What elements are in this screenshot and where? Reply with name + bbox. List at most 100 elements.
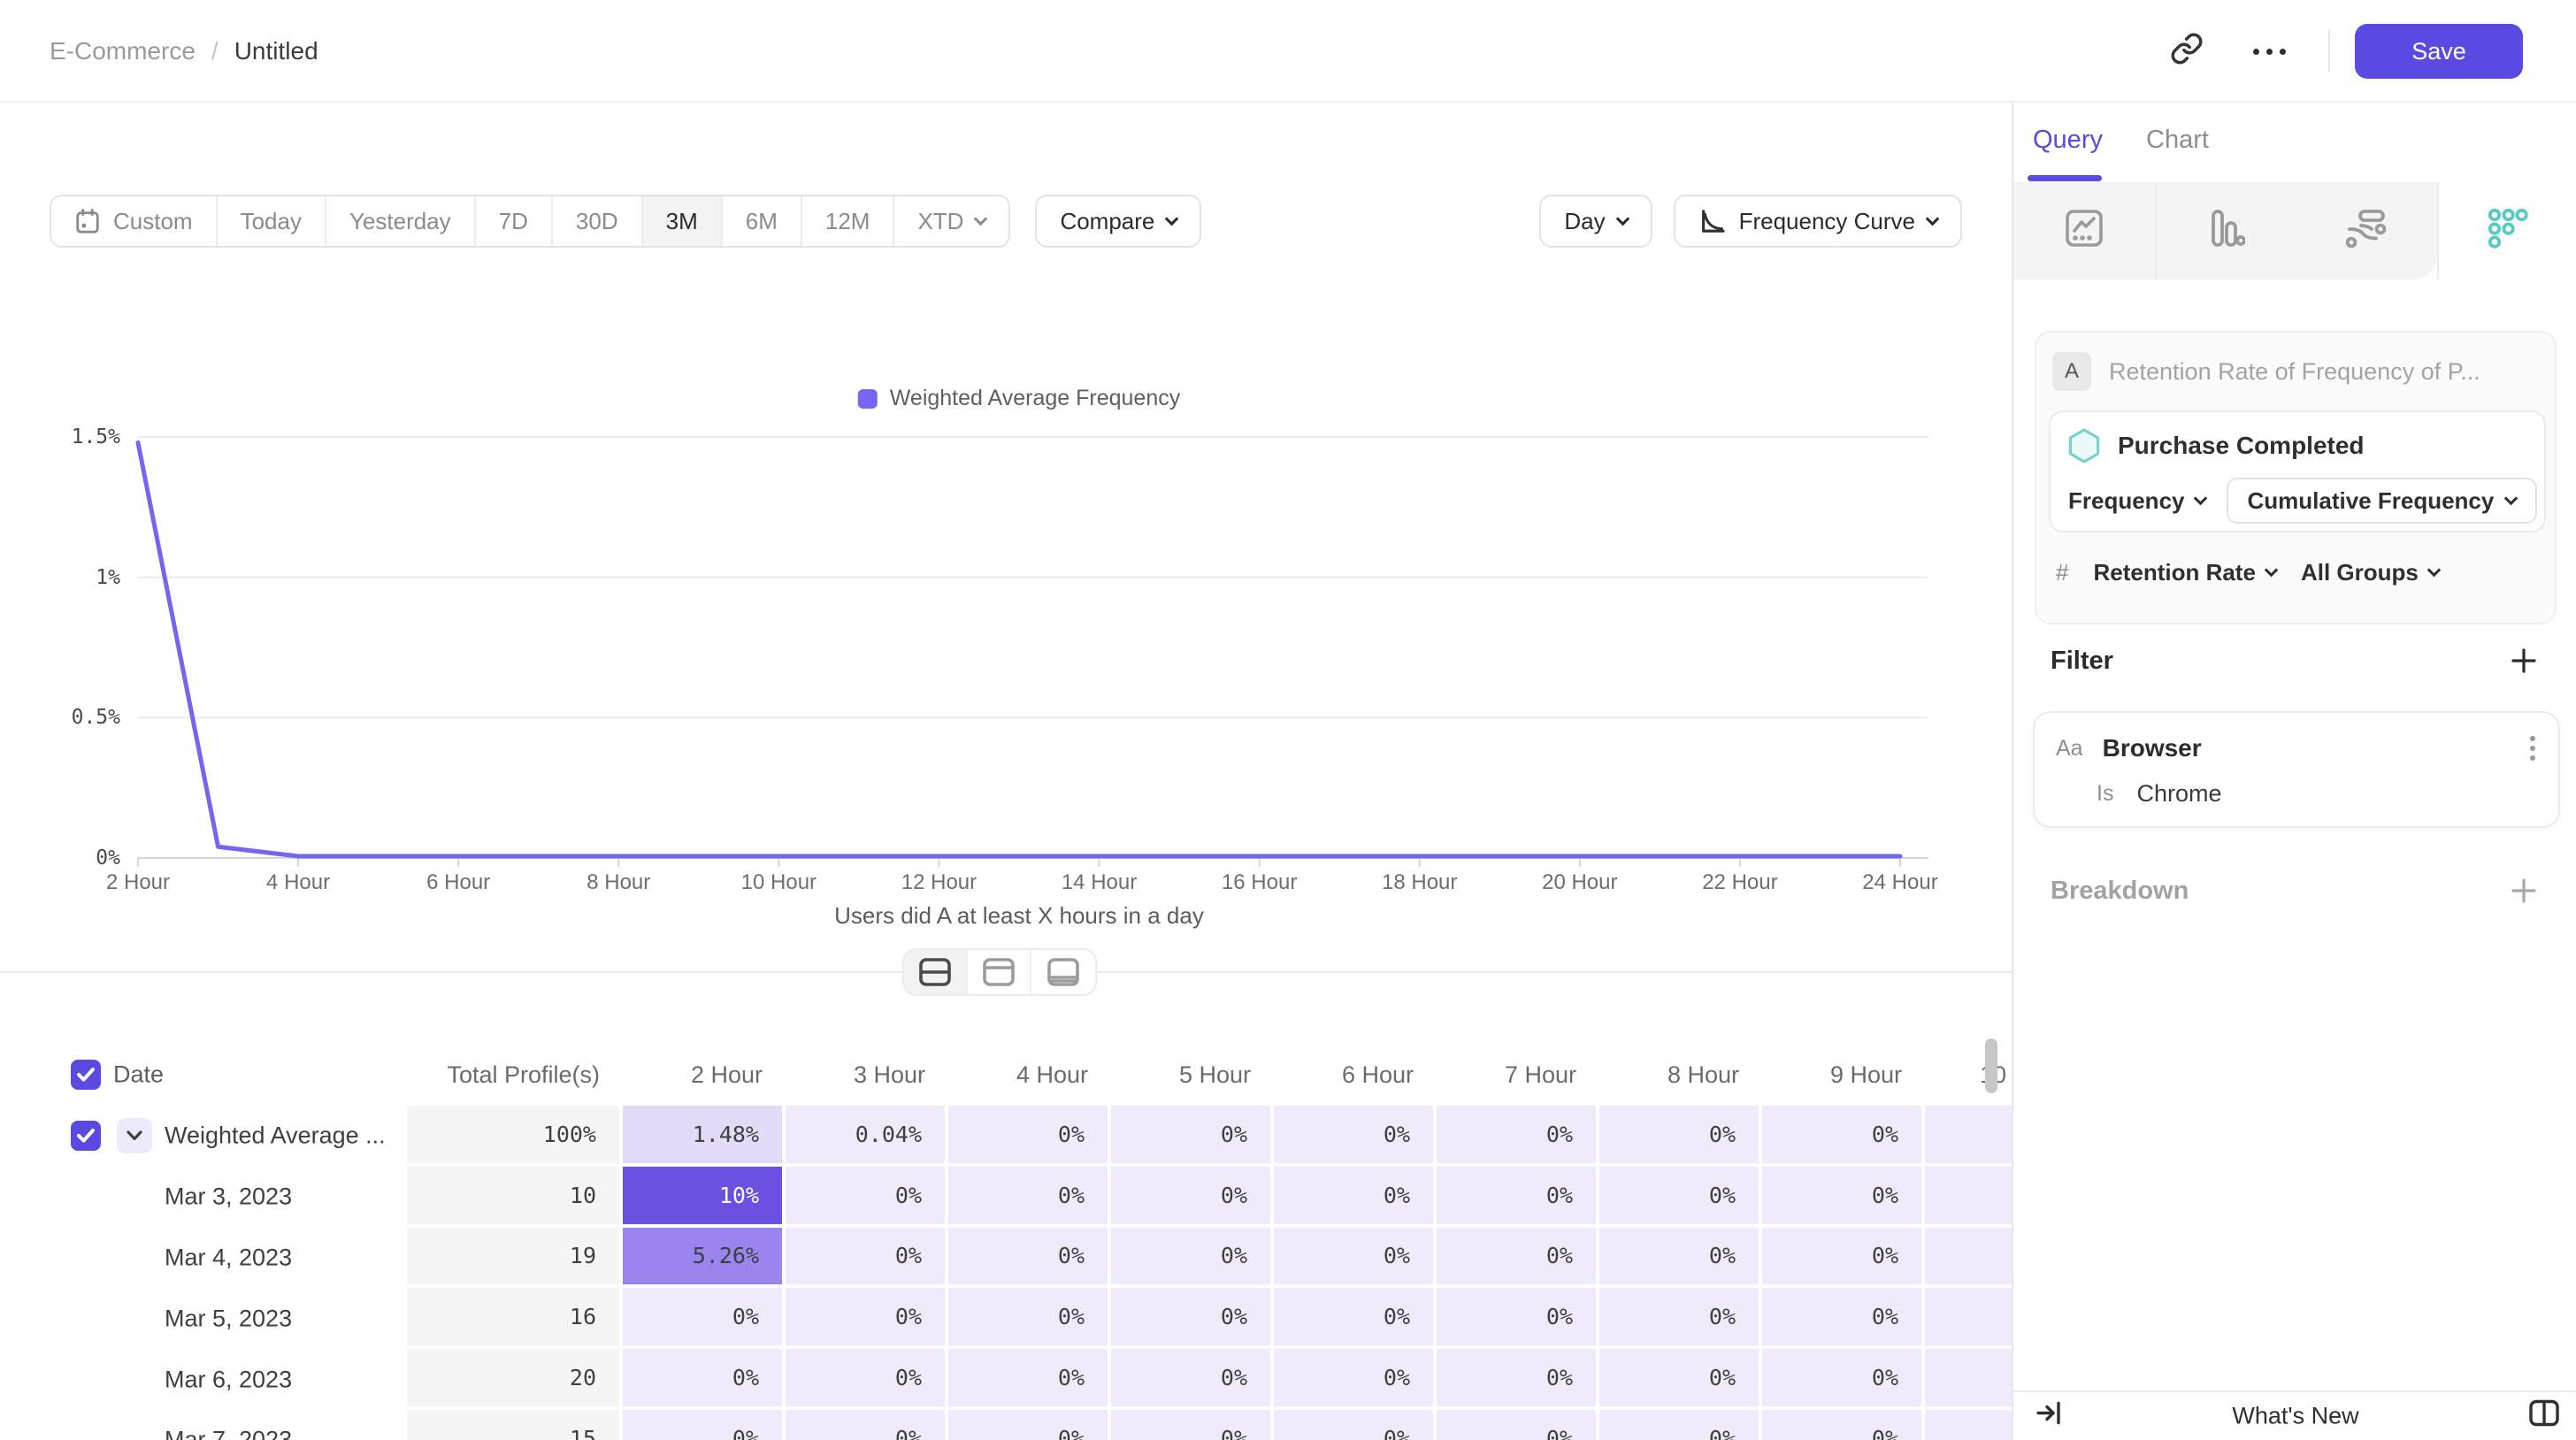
value-cell[interactable]: 0% [786,1349,948,1410]
expand-row-button[interactable] [117,1118,152,1153]
value-cell[interactable]: 0% [1925,1349,2012,1410]
tab-query[interactable]: Query [2033,103,2103,177]
row-checkbox[interactable] [71,1121,101,1151]
collapse-panel-button[interactable] [2028,1392,2070,1440]
value-cell[interactable]: 0% [1111,1167,1274,1228]
cumulative-frequency-dropdown[interactable]: Cumulative Frequency [2227,478,2538,524]
query-series-card: A Retention Rate of Frequency of P... Pu… [2035,331,2557,624]
query-title[interactable]: Retention Rate of Frequency of P... [2109,358,2480,386]
value-cell[interactable]: 0% [1762,1410,1925,1440]
value-cell[interactable]: 0% [1599,1288,1762,1349]
value-cell[interactable]: 0% [786,1288,948,1349]
layout-panel-bottom-button[interactable] [1031,950,1095,994]
value-cell[interactable]: 0% [1762,1349,1925,1410]
chart-legend[interactable]: Weighted Average Frequency [858,386,1180,411]
value-cell[interactable]: 0% [1599,1410,1762,1440]
value-cell[interactable]: 0% [948,1228,1111,1289]
breadcrumb-report-name[interactable]: Untitled [234,37,318,65]
value-cell[interactable]: 5.26% [623,1228,786,1289]
tab-chart[interactable]: Chart [2146,103,2209,177]
value-cell[interactable]: 0% [1925,1288,2012,1349]
whats-new-link[interactable]: What's New [2232,1403,2358,1430]
x-tick-label: 22 Hour [1669,870,1811,895]
filter-value[interactable]: Chrome [2136,780,2221,808]
value-cell[interactable]: 0% [1437,1410,1599,1440]
query-panel: Query Chart [2012,103,2576,1440]
value-cell[interactable]: 0% [1437,1228,1599,1289]
groups-dropdown[interactable]: All Groups [2301,559,2439,586]
value-cell[interactable]: 0% [1111,1106,1274,1167]
filter-operator[interactable]: Is [2097,781,2113,807]
value-cell[interactable]: 0% [1111,1410,1274,1440]
value-cell[interactable]: 0% [623,1288,786,1349]
value-cell[interactable]: 0% [948,1106,1111,1167]
save-button[interactable]: Save [2355,24,2523,79]
date-cell: Mar 4, 2023 [0,1228,407,1289]
value-cell[interactable]: 0% [1111,1288,1274,1349]
value-cell[interactable]: 0% [1274,1167,1437,1228]
value-cell[interactable]: 0% [1274,1106,1437,1167]
table-row: Mar 3, 20231010%0%0%0%0%0%0%0%0% [0,1167,2012,1228]
value-cell[interactable]: 0% [1599,1167,1762,1228]
value-cell[interactable]: 0% [1437,1106,1599,1167]
add-filter-button[interactable] [2507,644,2541,678]
value-cell[interactable]: 0% [1925,1106,2012,1167]
value-cell[interactable]: 0% [786,1228,948,1289]
event-card[interactable]: Purchase Completed Frequency Cumulative … [2049,410,2546,532]
value-cell[interactable]: 0% [1274,1228,1437,1289]
value-cell[interactable]: 0% [1274,1288,1437,1349]
value-cell[interactable]: 0% [1599,1349,1762,1410]
chart-type-retention-button[interactable] [2437,182,2576,280]
value-cell[interactable]: 10% [623,1167,786,1228]
value-cell[interactable]: 0% [948,1410,1111,1440]
value-cell[interactable]: 0% [1437,1167,1599,1228]
layout-panel-top-button[interactable] [968,950,1031,994]
value-cell[interactable]: 0% [1762,1106,1925,1167]
filter-card[interactable]: Aa Browser Is Chrome [2033,711,2560,828]
filter-property-row: Aa Browser [2056,731,2541,766]
column-header: 4 Hour [948,1044,1111,1106]
chart-type-bar-button[interactable] [2155,182,2296,280]
value-cell[interactable]: 0% [623,1410,786,1440]
value-cell[interactable]: 0% [1762,1167,1925,1228]
value-cell[interactable]: 0.04% [786,1106,948,1167]
table-row: Mar 4, 2023195.26%0%0%0%0%0%0%0%0% [0,1228,2012,1289]
frequency-row: Frequency Cumulative Frequency [2068,478,2537,524]
value-cell[interactable]: 0% [1111,1349,1274,1410]
value-cell[interactable]: 0% [1437,1288,1599,1349]
frequency-dropdown[interactable]: Frequency [2068,487,2205,515]
table-vertical-scrollbar[interactable] [1985,1038,1997,1093]
value-cell[interactable]: 0% [786,1410,948,1440]
filter-options-button[interactable] [2525,731,2541,766]
breadcrumb-project[interactable]: E-Commerce [50,37,196,65]
copy-link-button[interactable] [2163,25,2211,79]
value-cell[interactable]: 1.48% [623,1106,786,1167]
value-cell[interactable]: 0% [1925,1228,2012,1289]
value-cell[interactable]: 0% [1762,1288,1925,1349]
value-cell[interactable]: 0% [623,1349,786,1410]
select-all-checkbox[interactable] [71,1060,101,1090]
value-cell[interactable]: 0% [1274,1410,1437,1440]
chevron-down-icon [2427,563,2442,578]
value-cell[interactable]: 0% [1599,1106,1762,1167]
layout-split-rows-button[interactable] [904,950,968,994]
value-cell[interactable]: 0% [948,1167,1111,1228]
value-cell[interactable]: 0% [1762,1228,1925,1289]
value-cell[interactable]: 0% [786,1167,948,1228]
chart-type-flows-button[interactable] [2296,182,2437,280]
value-cell[interactable]: 0% [948,1288,1111,1349]
add-breakdown-button[interactable] [2507,874,2541,908]
total-profiles-cell: 100% [407,1106,623,1167]
value-cell[interactable]: 0% [1437,1349,1599,1410]
value-cell[interactable]: 0% [1274,1349,1437,1410]
chart-type-insights-button[interactable] [2013,182,2155,280]
value-cell[interactable]: 0% [1111,1228,1274,1289]
value-cell[interactable]: 0% [948,1349,1111,1410]
value-cell[interactable]: 0% [1925,1410,2012,1440]
measure-dropdown[interactable]: Retention Rate [2093,559,2275,586]
split-view-button[interactable] [2521,1392,2567,1440]
value-cell[interactable]: 0% [1599,1228,1762,1289]
value-cell[interactable]: 0% [1925,1167,2012,1228]
column-header: 7 Hour [1437,1044,1599,1106]
more-options-button[interactable] [2246,42,2293,62]
